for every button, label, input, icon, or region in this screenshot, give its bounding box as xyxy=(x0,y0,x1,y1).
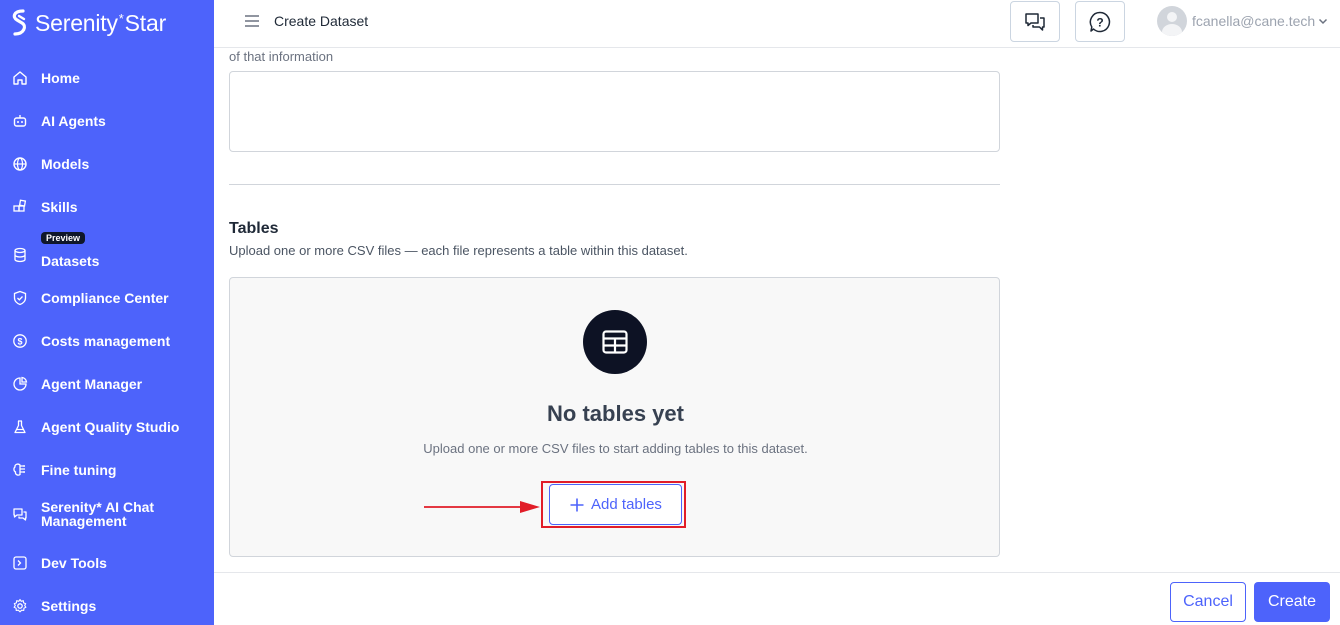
sidebar-item-label: Models xyxy=(41,156,90,172)
sidebar-item-fine-tuning[interactable]: Fine tuning xyxy=(0,450,214,490)
app-root: Serenity*Star Home AI Agents Models Skil… xyxy=(0,0,1340,625)
sidebar-item-ai-agents[interactable]: AI Agents xyxy=(0,101,214,141)
description-textarea[interactable] xyxy=(229,71,1000,152)
hamburger-menu-icon[interactable] xyxy=(244,14,260,28)
help-button[interactable]: ? xyxy=(1075,1,1125,42)
brain-icon xyxy=(13,463,25,476)
serenity-logo-icon xyxy=(12,9,26,36)
add-tables-button[interactable]: Add tables xyxy=(549,484,682,525)
logo-text: Serenity*Star xyxy=(35,9,167,36)
terminal-icon xyxy=(13,556,27,570)
tables-empty-state: No tables yet Upload one or more CSV fil… xyxy=(229,277,1000,557)
sidebar-item-dev-tools[interactable]: Dev Tools xyxy=(0,543,214,583)
globe-icon xyxy=(13,157,27,171)
tables-section-title: Tables xyxy=(229,220,279,237)
home-icon xyxy=(13,71,27,85)
empty-state-subtitle: Upload one or more CSV files to start ad… xyxy=(423,441,808,456)
sidebar-item-label: Agent Manager xyxy=(41,376,143,392)
page-title: Create Dataset xyxy=(274,13,369,29)
section-divider xyxy=(229,184,1000,185)
svg-text:$: $ xyxy=(17,336,22,346)
table-icon xyxy=(602,330,628,354)
gear-icon xyxy=(13,598,27,613)
avatar xyxy=(1157,6,1187,36)
sidebar-item-skills[interactable]: Skills xyxy=(0,187,214,227)
chat-button[interactable] xyxy=(1010,1,1060,42)
sidebar-item-label: Settings xyxy=(41,598,97,614)
help-question-icon: ? xyxy=(1089,11,1111,32)
sidebar-item-home[interactable]: Home xyxy=(0,58,214,98)
chevron-down-icon xyxy=(1319,18,1328,25)
pie-chart-icon xyxy=(13,376,28,391)
sidebar-item-costs-management[interactable]: $ Costs management xyxy=(0,321,214,361)
description-help-text: of that information xyxy=(229,49,334,64)
sidebar-item-label: Fine tuning xyxy=(41,462,117,478)
cancel-button[interactable]: Cancel xyxy=(1170,582,1246,622)
sidebar-item-agent-quality-studio[interactable]: Agent Quality Studio xyxy=(0,407,214,447)
sidebar-item-label: Dev Tools xyxy=(41,555,107,571)
form-footer: Cancel Create xyxy=(214,572,1340,625)
sidebar-item-label: Costs management xyxy=(41,333,171,349)
annotation-arrow-icon xyxy=(424,501,540,513)
create-button[interactable]: Create xyxy=(1254,582,1330,622)
database-icon xyxy=(14,247,26,263)
sidebar-item-label: Home xyxy=(41,70,80,86)
chat-bubbles-icon xyxy=(1025,12,1045,31)
sidebar-item-label: Skills xyxy=(41,199,78,215)
sidebar-item-label: Datasets xyxy=(41,253,100,269)
plus-icon xyxy=(570,498,584,511)
add-tables-label: Add tables xyxy=(591,496,662,513)
robot-icon xyxy=(13,115,27,127)
shield-check-icon xyxy=(13,290,27,306)
main-content: of that information Tables Upload one or… xyxy=(214,48,1340,572)
chat-icon xyxy=(13,508,27,521)
sidebar-item-compliance-center[interactable]: Compliance Center xyxy=(0,278,214,318)
table-icon-circle xyxy=(583,310,647,374)
user-menu[interactable]: fcanella@cane.tech xyxy=(1157,6,1328,36)
blocks-icon xyxy=(13,199,27,212)
sidebar-item-label: Compliance Center xyxy=(41,290,169,306)
sidebar-item-settings[interactable]: Settings xyxy=(0,586,214,625)
sidebar-item-label: AI Agents xyxy=(41,113,106,129)
flask-icon xyxy=(14,420,26,434)
sidebar-item-agent-manager[interactable]: Agent Manager xyxy=(0,364,214,404)
empty-state-title: No tables yet xyxy=(547,401,684,426)
tables-section-subtitle: Upload one or more CSV files — each file… xyxy=(229,243,688,258)
sidebar-item-label: Serenity* AI Chat Management xyxy=(41,499,155,529)
sidebar: Serenity*Star Home AI Agents Models Skil… xyxy=(0,0,214,625)
dollar-circle-icon: $ xyxy=(13,334,27,348)
sidebar-item-ai-chat-management[interactable]: Serenity* AI Chat Management xyxy=(0,494,214,534)
sidebar-item-models[interactable]: Models xyxy=(0,144,214,184)
svg-text:?: ? xyxy=(1096,15,1103,29)
logo[interactable]: Serenity*Star xyxy=(8,7,166,39)
top-header: Create Dataset ? fcanella@cane.tech xyxy=(214,0,1340,48)
sidebar-item-label: Agent Quality Studio xyxy=(41,419,180,435)
preview-badge: Preview xyxy=(41,232,86,244)
sidebar-item-datasets[interactable]: Preview Datasets xyxy=(0,232,214,275)
user-email: fcanella@cane.tech xyxy=(1192,13,1316,29)
